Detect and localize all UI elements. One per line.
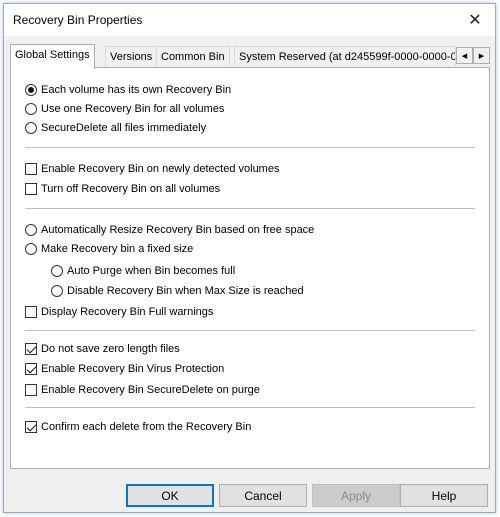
radio-auto-resize[interactable]: Automatically Resize Recovery Bin based … (25, 222, 314, 238)
checkbox-zero-length[interactable]: Do not save zero length files (25, 341, 180, 357)
radio-label: SecureDelete all files immediately (41, 122, 207, 134)
global-settings-panel: Each volume has its own Recovery Bin Use… (10, 67, 490, 469)
title-bar: Recovery Bin Properties ✕ (4, 4, 495, 36)
tab-system-reserved[interactable]: System Reserved (at d245599f-0000-0000-0 (234, 46, 456, 66)
checkbox-indicator[interactable] (25, 183, 37, 195)
checkbox-indicator[interactable] (25, 306, 37, 318)
checkbox-label: Display Recovery Bin Full warnings (41, 306, 214, 318)
radio-label: Auto Purge when Bin becomes full (67, 265, 236, 277)
radio-indicator[interactable] (25, 84, 37, 96)
tab-global-settings[interactable]: Global Settings (10, 44, 95, 69)
tab-scroll-right-icon[interactable]: ▶ (473, 47, 490, 64)
radio-label: Disable Recovery Bin when Max Size is re… (67, 285, 304, 297)
properties-dialog: Recovery Bin Properties ✕ Global Setting… (3, 3, 496, 513)
tab-common-bin[interactable]: Common Bin (156, 46, 230, 66)
radio-auto-purge[interactable]: Auto Purge when Bin becomes full (51, 263, 235, 279)
ok-button[interactable]: OK (126, 484, 214, 507)
checkbox-full-warnings[interactable]: Display Recovery Bin Full warnings (25, 304, 213, 320)
tab-versions[interactable]: Versions (105, 46, 158, 66)
radio-one-bin[interactable]: Use one Recovery Bin for all volumes (25, 101, 224, 117)
radio-each-volume[interactable]: Each volume has its own Recovery Bin (25, 82, 231, 98)
checkbox-label: Enable Recovery Bin SecureDelete on purg… (41, 384, 260, 396)
checkbox-label: Confirm each delete from the Recovery Bi… (41, 421, 252, 433)
checkbox-label: Enable Recovery Bin Virus Protection (41, 363, 225, 375)
separator (25, 407, 475, 408)
checkbox-label: Turn off Recovery Bin on all volumes (41, 183, 221, 195)
checkbox-securedelete-purge[interactable]: Enable Recovery Bin SecureDelete on purg… (25, 382, 260, 398)
radio-indicator[interactable] (25, 103, 37, 115)
checkbox-virus-protection[interactable]: Enable Recovery Bin Virus Protection (25, 361, 224, 377)
checkbox-indicator[interactable] (25, 363, 37, 375)
checkbox-confirm-delete[interactable]: Confirm each delete from the Recovery Bi… (25, 419, 251, 435)
checkbox-indicator[interactable] (25, 421, 37, 433)
radio-fixed-size[interactable]: Make Recovery bin a fixed size (25, 241, 193, 257)
checkbox-label: Enable Recovery Bin on newly detected vo… (41, 163, 280, 175)
radio-label: Automatically Resize Recovery Bin based … (41, 224, 315, 236)
help-button[interactable]: Help (400, 484, 488, 507)
separator (25, 208, 475, 209)
separator (25, 330, 475, 331)
close-icon[interactable]: ✕ (455, 4, 495, 36)
radio-indicator[interactable] (25, 243, 37, 255)
radio-indicator[interactable] (51, 285, 63, 297)
radio-label: Each volume has its own Recovery Bin (41, 84, 232, 96)
radio-securedelete-immediately[interactable]: SecureDelete all files immediately (25, 120, 206, 136)
checkbox-turn-off-all[interactable]: Turn off Recovery Bin on all volumes (25, 181, 220, 197)
radio-label: Use one Recovery Bin for all volumes (41, 103, 225, 115)
radio-indicator[interactable] (51, 265, 63, 277)
radio-label: Make Recovery bin a fixed size (41, 243, 194, 255)
checkbox-indicator[interactable] (25, 163, 37, 175)
separator (25, 147, 475, 148)
checkbox-indicator[interactable] (25, 384, 37, 396)
radio-indicator[interactable] (25, 122, 37, 134)
tab-scroll-left-icon[interactable]: ◀ (456, 47, 473, 64)
apply-button[interactable]: Apply (312, 484, 400, 507)
window-title: Recovery Bin Properties (13, 13, 143, 27)
checkbox-label: Do not save zero length files (41, 343, 180, 355)
cancel-button[interactable]: Cancel (219, 484, 307, 507)
radio-disable-at-max[interactable]: Disable Recovery Bin when Max Size is re… (51, 283, 304, 299)
checkbox-indicator[interactable] (25, 343, 37, 355)
checkbox-enable-new-volumes[interactable]: Enable Recovery Bin on newly detected vo… (25, 161, 279, 177)
radio-indicator[interactable] (25, 224, 37, 236)
tab-strip: Global Settings Versions Common Bin Syst… (10, 44, 490, 69)
